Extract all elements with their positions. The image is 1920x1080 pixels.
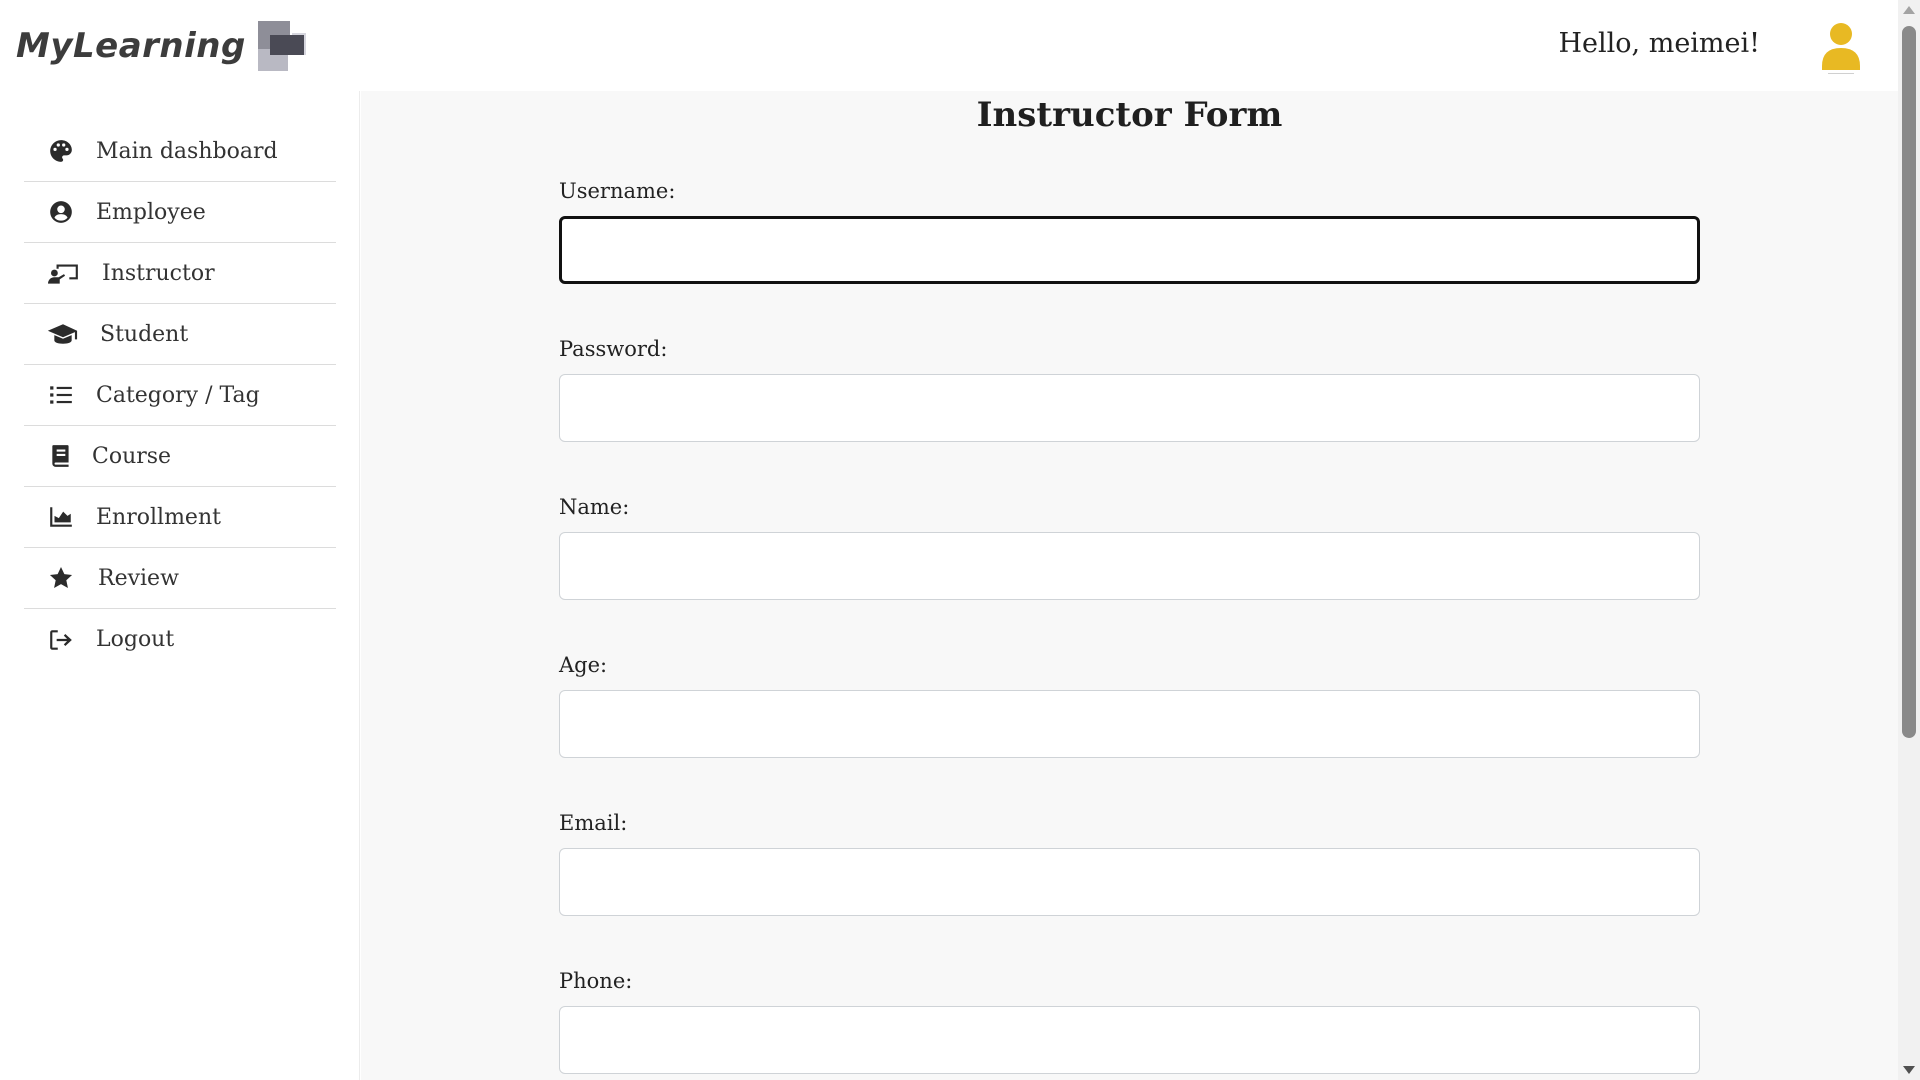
sidebar-item-label: Logout	[96, 627, 175, 652]
sidebar-item-label: Main dashboard	[96, 138, 278, 164]
palette-icon	[46, 136, 76, 166]
page-scrollbar[interactable]	[1898, 0, 1920, 1080]
area-chart-icon	[46, 502, 76, 532]
email-label: Email:	[559, 811, 628, 835]
user-greeting: Hello, meimei!	[1558, 28, 1761, 59]
list-icon	[46, 380, 76, 410]
sidebar-item-label: Course	[92, 443, 172, 469]
sidebar-item-logout[interactable]: Logout	[24, 609, 336, 670]
sidebar-item-student[interactable]: Student	[24, 304, 336, 365]
sidebar-item-employee[interactable]: Employee	[24, 182, 336, 243]
sidebar-item-course[interactable]: Course	[24, 426, 336, 487]
sidebar-item-category-tag[interactable]: Category / Tag	[24, 365, 336, 426]
password-label: Password:	[559, 337, 668, 361]
user-circle-icon	[46, 197, 76, 227]
password-input[interactable]	[559, 374, 1700, 442]
sidebar-item-label: Review	[98, 565, 179, 591]
logo-mark-icon	[254, 19, 308, 73]
email-input[interactable]	[559, 848, 1700, 916]
scroll-thumb[interactable]	[1902, 26, 1916, 738]
name-label: Name:	[559, 495, 630, 519]
sidebar-item-main-dashboard[interactable]: Main dashboard	[24, 121, 336, 182]
username-label: Username:	[559, 179, 676, 203]
sign-out-icon	[46, 625, 76, 655]
sidebar-item-label: Employee	[96, 199, 206, 225]
username-input[interactable]	[559, 216, 1700, 284]
age-label: Age:	[559, 653, 608, 677]
scroll-down-arrow-icon[interactable]	[1903, 1066, 1915, 1074]
age-input[interactable]	[559, 690, 1700, 758]
scroll-up-arrow-icon[interactable]	[1903, 6, 1915, 14]
graduation-cap-icon	[46, 319, 80, 349]
chalkboard-teacher-icon	[46, 258, 82, 288]
name-input[interactable]	[559, 532, 1700, 600]
top-header: MyLearning Hello, meimei!	[0, 0, 1898, 91]
page-title: Instructor Form	[976, 95, 1283, 135]
sidebar-item-review[interactable]: Review	[24, 548, 336, 609]
user-avatar-icon[interactable]	[1818, 20, 1864, 76]
sidebar-item-instructor[interactable]: Instructor	[24, 243, 336, 304]
phone-label: Phone:	[559, 969, 633, 993]
sidebar-item-label: Instructor	[102, 260, 215, 286]
logo[interactable]: MyLearning	[16, 18, 308, 74]
sidebar: Main dashboard Employee Instructor Stude…	[0, 91, 360, 1080]
book-icon	[46, 441, 76, 471]
phone-input[interactable]	[559, 1006, 1700, 1074]
sidebar-item-label: Enrollment	[96, 504, 221, 530]
logo-text: MyLearning	[16, 26, 246, 66]
sidebar-item-label: Category / Tag	[96, 382, 260, 408]
main-content: Instructor Form Username: Password: Name…	[361, 91, 1898, 1080]
sidebar-item-label: Student	[100, 321, 189, 347]
star-icon	[46, 563, 76, 593]
sidebar-item-enrollment[interactable]: Enrollment	[24, 487, 336, 548]
sidebar-nav: Main dashboard Employee Instructor Stude…	[24, 121, 336, 670]
